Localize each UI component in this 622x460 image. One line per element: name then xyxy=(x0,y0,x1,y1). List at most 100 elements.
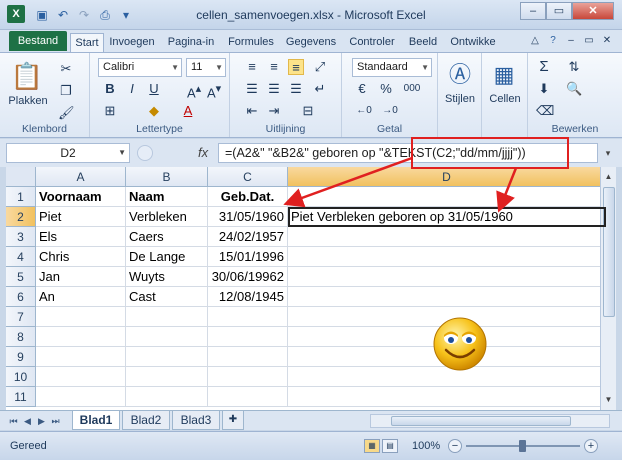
tab-file[interactable]: Bestand xyxy=(9,31,67,51)
cell-b2[interactable]: Verbleken xyxy=(126,207,208,227)
autosum-icon[interactable]: Σ xyxy=(536,59,552,75)
redo-icon[interactable]: ↷ xyxy=(76,7,92,23)
tab-view[interactable]: Beeld xyxy=(405,33,441,52)
cell-b8[interactable] xyxy=(126,327,208,347)
clear-icon[interactable]: ⌫ xyxy=(536,103,554,119)
cell-a2[interactable]: Piet xyxy=(36,207,126,227)
fill-color-icon[interactable]: ◆ xyxy=(146,103,162,119)
font-size-combo[interactable]: 11 ▼ xyxy=(186,58,226,77)
scroll-up-icon[interactable]: ▲ xyxy=(601,169,616,185)
last-sheet-icon[interactable]: ⏭ xyxy=(50,414,61,428)
cell-a7[interactable] xyxy=(36,307,126,327)
next-sheet-icon[interactable]: ▶ xyxy=(36,414,47,428)
save-icon[interactable]: ▣ xyxy=(34,7,50,23)
row-header-2[interactable]: 2 xyxy=(6,207,36,227)
column-header-a[interactable]: A xyxy=(36,167,126,187)
cell-a1[interactable]: Voornaam xyxy=(36,187,126,207)
shrink-font-icon[interactable]: A▾ xyxy=(206,81,222,100)
print-preview-icon[interactable]: ⎙ xyxy=(97,7,113,23)
insert-sheet-icon[interactable]: ✚ xyxy=(222,411,244,430)
percent-button[interactable]: % xyxy=(378,81,394,97)
spreadsheet-grid[interactable]: A B C D 1 Voornaam Naam Geb.Dat. 2 Piet Verbleken 3… xyxy=(6,167,606,410)
cell-b10[interactable] xyxy=(126,367,208,387)
scroll-down-icon[interactable]: ▼ xyxy=(601,392,616,408)
align-left-icon[interactable]: ☰ xyxy=(244,81,260,97)
help-icon[interactable]: ? xyxy=(546,34,560,48)
cell-b9[interactable] xyxy=(126,347,208,367)
italic-button[interactable]: I xyxy=(124,81,140,97)
cell-c2[interactable]: 31/05/1960 xyxy=(208,207,288,227)
vertical-scrollbar[interactable]: ▲ ▼ xyxy=(600,167,616,410)
tab-formulas[interactable]: Formules xyxy=(224,33,278,52)
row-header-4[interactable]: 4 xyxy=(6,247,36,267)
prev-sheet-icon[interactable]: ◀ xyxy=(22,414,33,428)
sheet-tab-blad1[interactable]: Blad1 xyxy=(72,411,120,430)
cell-a10[interactable] xyxy=(36,367,126,387)
decrease-decimal-icon[interactable]: →0 xyxy=(382,103,398,119)
cell-d11[interactable] xyxy=(288,387,606,407)
styles-button[interactable]: Stijlen xyxy=(440,93,480,105)
cell-b4[interactable]: De Lange xyxy=(126,247,208,267)
minimize-ribbon-icon[interactable]: △ xyxy=(528,34,542,48)
tab-developer[interactable]: Ontwikke xyxy=(446,33,500,52)
sheet-tab-blad2[interactable]: Blad2 xyxy=(122,411,170,430)
row-header-11[interactable]: 11 xyxy=(6,387,36,407)
cell-c9[interactable] xyxy=(208,347,288,367)
cells-button[interactable]: Cellen xyxy=(484,93,526,105)
cell-c8[interactable] xyxy=(208,327,288,347)
row-header-3[interactable]: 3 xyxy=(6,227,36,247)
merge-center-icon[interactable]: ⊟ xyxy=(300,103,316,119)
zoom-out-icon[interactable]: − xyxy=(448,439,462,453)
align-bottom-icon[interactable]: ≡ xyxy=(288,59,304,75)
maximize-icon[interactable]: ▭ xyxy=(546,2,572,20)
column-header-b[interactable]: B xyxy=(126,167,208,187)
cell-a11[interactable] xyxy=(36,387,126,407)
row-header-7[interactable]: 7 xyxy=(6,307,36,327)
row-header-5[interactable]: 5 xyxy=(6,267,36,287)
column-header-c[interactable]: C xyxy=(208,167,288,187)
cell-c3[interactable]: 24/02/1957 xyxy=(208,227,288,247)
bold-button[interactable]: B xyxy=(102,81,118,97)
formula-input[interactable]: =(A2&" "&B2&" geboren op "&TEKST(C2;"dd/… xyxy=(218,143,598,163)
tab-start[interactable]: Start xyxy=(70,33,104,52)
cell-c10[interactable] xyxy=(208,367,288,387)
sheet-tab-blad3[interactable]: Blad3 xyxy=(172,411,220,430)
cell-b11[interactable] xyxy=(126,387,208,407)
cell-a5[interactable]: Jan xyxy=(36,267,126,287)
doc-close-icon[interactable]: ✕ xyxy=(600,34,614,48)
doc-restore-icon[interactable]: ▭ xyxy=(582,34,596,48)
name-box[interactable]: D2 ▼ xyxy=(6,143,130,163)
doc-minimize-icon[interactable]: – xyxy=(564,34,578,48)
cell-b1[interactable]: Naam xyxy=(126,187,208,207)
format-painter-icon[interactable]: 🖌 xyxy=(58,105,75,121)
cell-c11[interactable] xyxy=(208,387,288,407)
cell-a6[interactable]: An xyxy=(36,287,126,307)
zoom-in-icon[interactable]: + xyxy=(584,439,598,453)
thousands-button[interactable]: 000 xyxy=(400,81,424,97)
row-header-8[interactable]: 8 xyxy=(6,327,36,347)
number-format-combo[interactable]: Standaard ▼ xyxy=(352,58,432,77)
cell-c7[interactable] xyxy=(208,307,288,327)
cell-d3[interactable] xyxy=(288,227,606,247)
paste-button[interactable]: Plakken xyxy=(6,95,50,107)
border-icon[interactable]: ⊞ xyxy=(102,103,118,119)
cells-icon[interactable]: ▦ xyxy=(490,61,518,89)
zoom-slider-knob[interactable] xyxy=(519,440,526,452)
cut-icon[interactable]: ✂ xyxy=(58,61,74,77)
copy-icon[interactable]: ❐ xyxy=(58,83,74,99)
cell-d2[interactable]: Piet Verbleken geboren op 31/05/1960 xyxy=(288,207,606,227)
horizontal-scrollbar[interactable] xyxy=(370,414,610,428)
cell-d4[interactable] xyxy=(288,247,606,267)
cell-b6[interactable]: Cast xyxy=(126,287,208,307)
cell-b3[interactable]: Caers xyxy=(126,227,208,247)
decrease-indent-icon[interactable]: ⇤ xyxy=(244,103,260,119)
styles-icon[interactable]: Ⓐ xyxy=(446,61,474,89)
cell-c1[interactable]: Geb.Dat. xyxy=(208,187,288,207)
normal-view-icon[interactable]: ▦ xyxy=(364,439,380,453)
cell-b7[interactable] xyxy=(126,307,208,327)
undo-icon[interactable]: ↶ xyxy=(55,7,71,23)
paste-icon[interactable]: 📋 xyxy=(10,59,44,93)
cell-c5[interactable]: 30/06/19962 xyxy=(208,267,288,287)
row-header-6[interactable]: 6 xyxy=(6,287,36,307)
increase-decimal-icon[interactable]: ←0 xyxy=(356,103,372,119)
